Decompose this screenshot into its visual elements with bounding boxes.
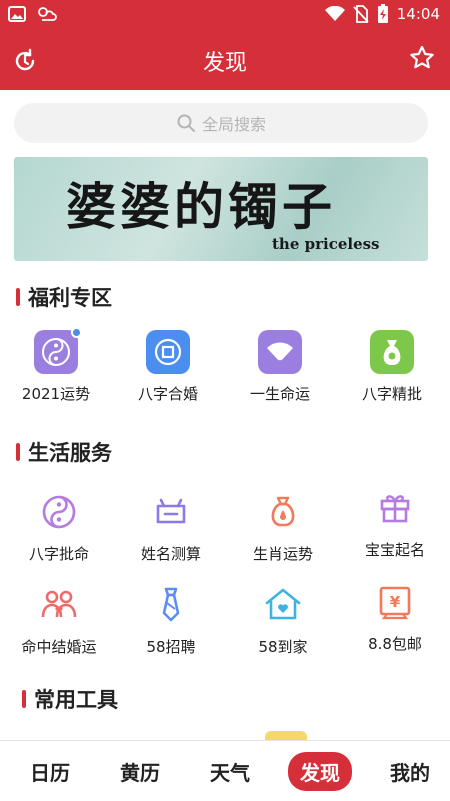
status-bar: 14:04 bbox=[0, 0, 450, 30]
grid-item-marriage[interactable]: 八字合婚 bbox=[112, 330, 224, 404]
tab-me[interactable]: 我的 bbox=[365, 741, 450, 801]
bottom-tab-bar: 日历 黄历 天气 发现 我的 bbox=[0, 740, 450, 800]
section-title-life-services: 生活服务 bbox=[16, 437, 112, 467]
promo-banner[interactable]: 婆婆的镯子 the priceless bbox=[14, 157, 428, 261]
tab-weather[interactable]: 天气 bbox=[185, 741, 275, 801]
tab-label: 天气 bbox=[210, 760, 250, 785]
section-title-text: 福利专区 bbox=[28, 286, 112, 310]
grid-item-zodiac-fortune[interactable]: 生肖运势 bbox=[227, 490, 339, 564]
grid-item-bazi-fate[interactable]: 八字批命 bbox=[3, 490, 115, 564]
no-sim-icon bbox=[353, 5, 369, 23]
yuan-tag-icon: ¥ bbox=[373, 580, 417, 624]
tab-label: 黄历 bbox=[120, 760, 160, 785]
svg-text:¥: ¥ bbox=[390, 593, 401, 611]
bagua-icon bbox=[34, 327, 82, 374]
grid-item-label: 宝宝起名 bbox=[364, 541, 425, 559]
section-title-tools: 常用工具 bbox=[22, 684, 118, 714]
lucky-bag-icon bbox=[261, 490, 305, 534]
name-tag-icon bbox=[149, 490, 193, 534]
grid-item-free-shipping[interactable]: ¥ 8.8包邮 bbox=[339, 580, 450, 654]
tab-label: 日历 bbox=[30, 760, 70, 785]
grid-item-label: 八字批命 bbox=[28, 545, 89, 563]
section-marker bbox=[22, 690, 26, 708]
grid-item-label: 58招聘 bbox=[146, 638, 196, 656]
image-icon bbox=[8, 6, 26, 22]
grid-item-label: 八字精批 bbox=[361, 385, 422, 403]
grid-item-label: 58到家 bbox=[258, 638, 308, 656]
status-time: 14:04 bbox=[396, 5, 440, 23]
grid-item-label: 生肖运势 bbox=[252, 545, 313, 563]
section-title-text: 常用工具 bbox=[34, 688, 118, 712]
grid-item-marriage-luck[interactable]: 命中结婚运 bbox=[3, 583, 115, 657]
grid-item-baby-naming[interactable]: 宝宝起名 bbox=[339, 486, 450, 560]
section-marker bbox=[16, 443, 20, 461]
favorite-button[interactable] bbox=[408, 44, 436, 76]
money-bag-icon bbox=[370, 330, 414, 374]
banner-title: 婆婆的镯子 bbox=[66, 177, 336, 236]
yin-yang-icon bbox=[37, 490, 81, 534]
page-title: 发现 bbox=[202, 51, 247, 76]
banner-subtitle: the priceless bbox=[272, 235, 380, 253]
couple-icon bbox=[37, 583, 81, 627]
grid-item-label: 八字合婚 bbox=[137, 385, 198, 403]
grid-item-label: 命中结婚运 bbox=[21, 638, 97, 656]
gift-icon bbox=[373, 486, 417, 530]
section-title-welfare: 福利专区 bbox=[16, 282, 112, 312]
weather-icon bbox=[38, 7, 57, 21]
search-placeholder: 全局搜索 bbox=[201, 115, 266, 134]
grid-item-life-destiny[interactable]: 一生命运 bbox=[224, 330, 336, 404]
grid-item-label: 2021运势 bbox=[21, 385, 91, 403]
house-icon bbox=[261, 583, 305, 627]
grid-item-bazi-detailed[interactable]: 八字精批 bbox=[336, 330, 448, 404]
app-bar: 发现 bbox=[0, 30, 450, 90]
grid-item-2021-fortune[interactable]: 2021运势 bbox=[0, 327, 112, 404]
section-title-text: 生活服务 bbox=[28, 441, 112, 465]
star-icon bbox=[410, 45, 434, 69]
grid-item-58-home[interactable]: 58到家 bbox=[227, 583, 339, 657]
notification-dot bbox=[71, 327, 82, 338]
tab-discover[interactable]: 发现 bbox=[275, 741, 365, 801]
tab-label: 我的 bbox=[390, 760, 430, 785]
grid-item-58-jobs[interactable]: 58招聘 bbox=[115, 583, 227, 657]
grid-item-label: 8.8包邮 bbox=[368, 635, 422, 653]
tab-label: 发现 bbox=[288, 751, 352, 791]
search-input[interactable]: 全局搜索 bbox=[14, 103, 428, 143]
tie-icon bbox=[149, 583, 193, 627]
search-icon bbox=[177, 114, 195, 132]
grid-item-label: 一生命运 bbox=[249, 385, 310, 403]
fan-icon bbox=[258, 330, 302, 374]
tab-calendar[interactable]: 日历 bbox=[5, 741, 95, 801]
grid-item-label: 姓名测算 bbox=[140, 545, 201, 563]
coin-icon bbox=[146, 330, 190, 374]
tab-almanac[interactable]: 黄历 bbox=[95, 741, 185, 801]
wifi-icon bbox=[324, 6, 345, 21]
battery-charging-icon bbox=[377, 4, 388, 23]
grid-item-name-test[interactable]: 姓名测算 bbox=[115, 490, 227, 564]
section-marker bbox=[16, 288, 20, 306]
